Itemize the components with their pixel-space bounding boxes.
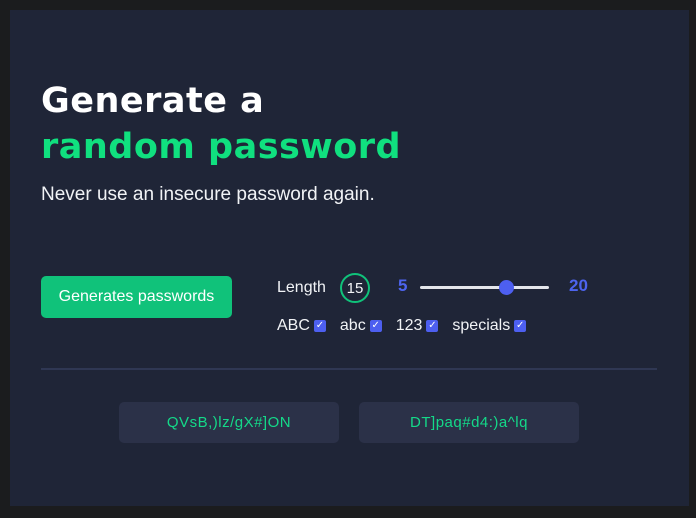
length-label: Length xyxy=(277,279,326,296)
subtitle: Never use an insecure password again. xyxy=(41,184,375,205)
option-specials[interactable]: specials ✓ xyxy=(452,317,527,335)
generate-passwords-button[interactable]: Generates passwords xyxy=(41,276,232,318)
password-output-2[interactable]: DT]paq#d4:)a^lq xyxy=(359,402,579,443)
generator-card: Generate a random password Never use an … xyxy=(10,10,689,506)
length-slider[interactable] xyxy=(420,280,549,295)
length-value-badge: 15 xyxy=(340,273,370,303)
slider-min-label: 5 xyxy=(398,276,408,295)
divider xyxy=(41,368,657,370)
option-uppercase-label: ABC xyxy=(277,317,310,334)
numbers-checkbox[interactable]: ✓ xyxy=(426,320,439,332)
password-output-1[interactable]: QVsB,)lz/gX#]ON xyxy=(119,402,339,443)
uppercase-checkbox[interactable]: ✓ xyxy=(313,320,326,332)
checkmark-icon: ✓ xyxy=(315,320,325,331)
slider-thumb[interactable] xyxy=(498,280,514,295)
option-lowercase-label: abc xyxy=(339,317,366,334)
option-numbers-label: 123 xyxy=(395,317,423,334)
title-line-2: random password xyxy=(41,127,402,167)
option-uppercase[interactable]: ABC ✓ xyxy=(277,317,326,335)
checkmark-icon: ✓ xyxy=(371,320,380,331)
title-line-1: Generate a xyxy=(41,81,265,121)
specials-checkbox[interactable]: ✓ xyxy=(514,320,527,332)
page-title: Generate a random password xyxy=(41,78,401,170)
checkmark-icon: ✓ xyxy=(516,320,525,331)
option-specials-label: specials xyxy=(452,317,511,334)
option-lowercase[interactable]: abc ✓ xyxy=(340,317,382,335)
option-numbers[interactable]: 123 ✓ xyxy=(396,317,439,335)
character-options: ABC ✓ abc ✓ 123 ✓ specials ✓ xyxy=(277,317,540,335)
lowercase-checkbox[interactable]: ✓ xyxy=(369,320,382,332)
checkmark-icon: ✓ xyxy=(428,320,437,331)
slider-max-label: 20 xyxy=(569,276,588,295)
